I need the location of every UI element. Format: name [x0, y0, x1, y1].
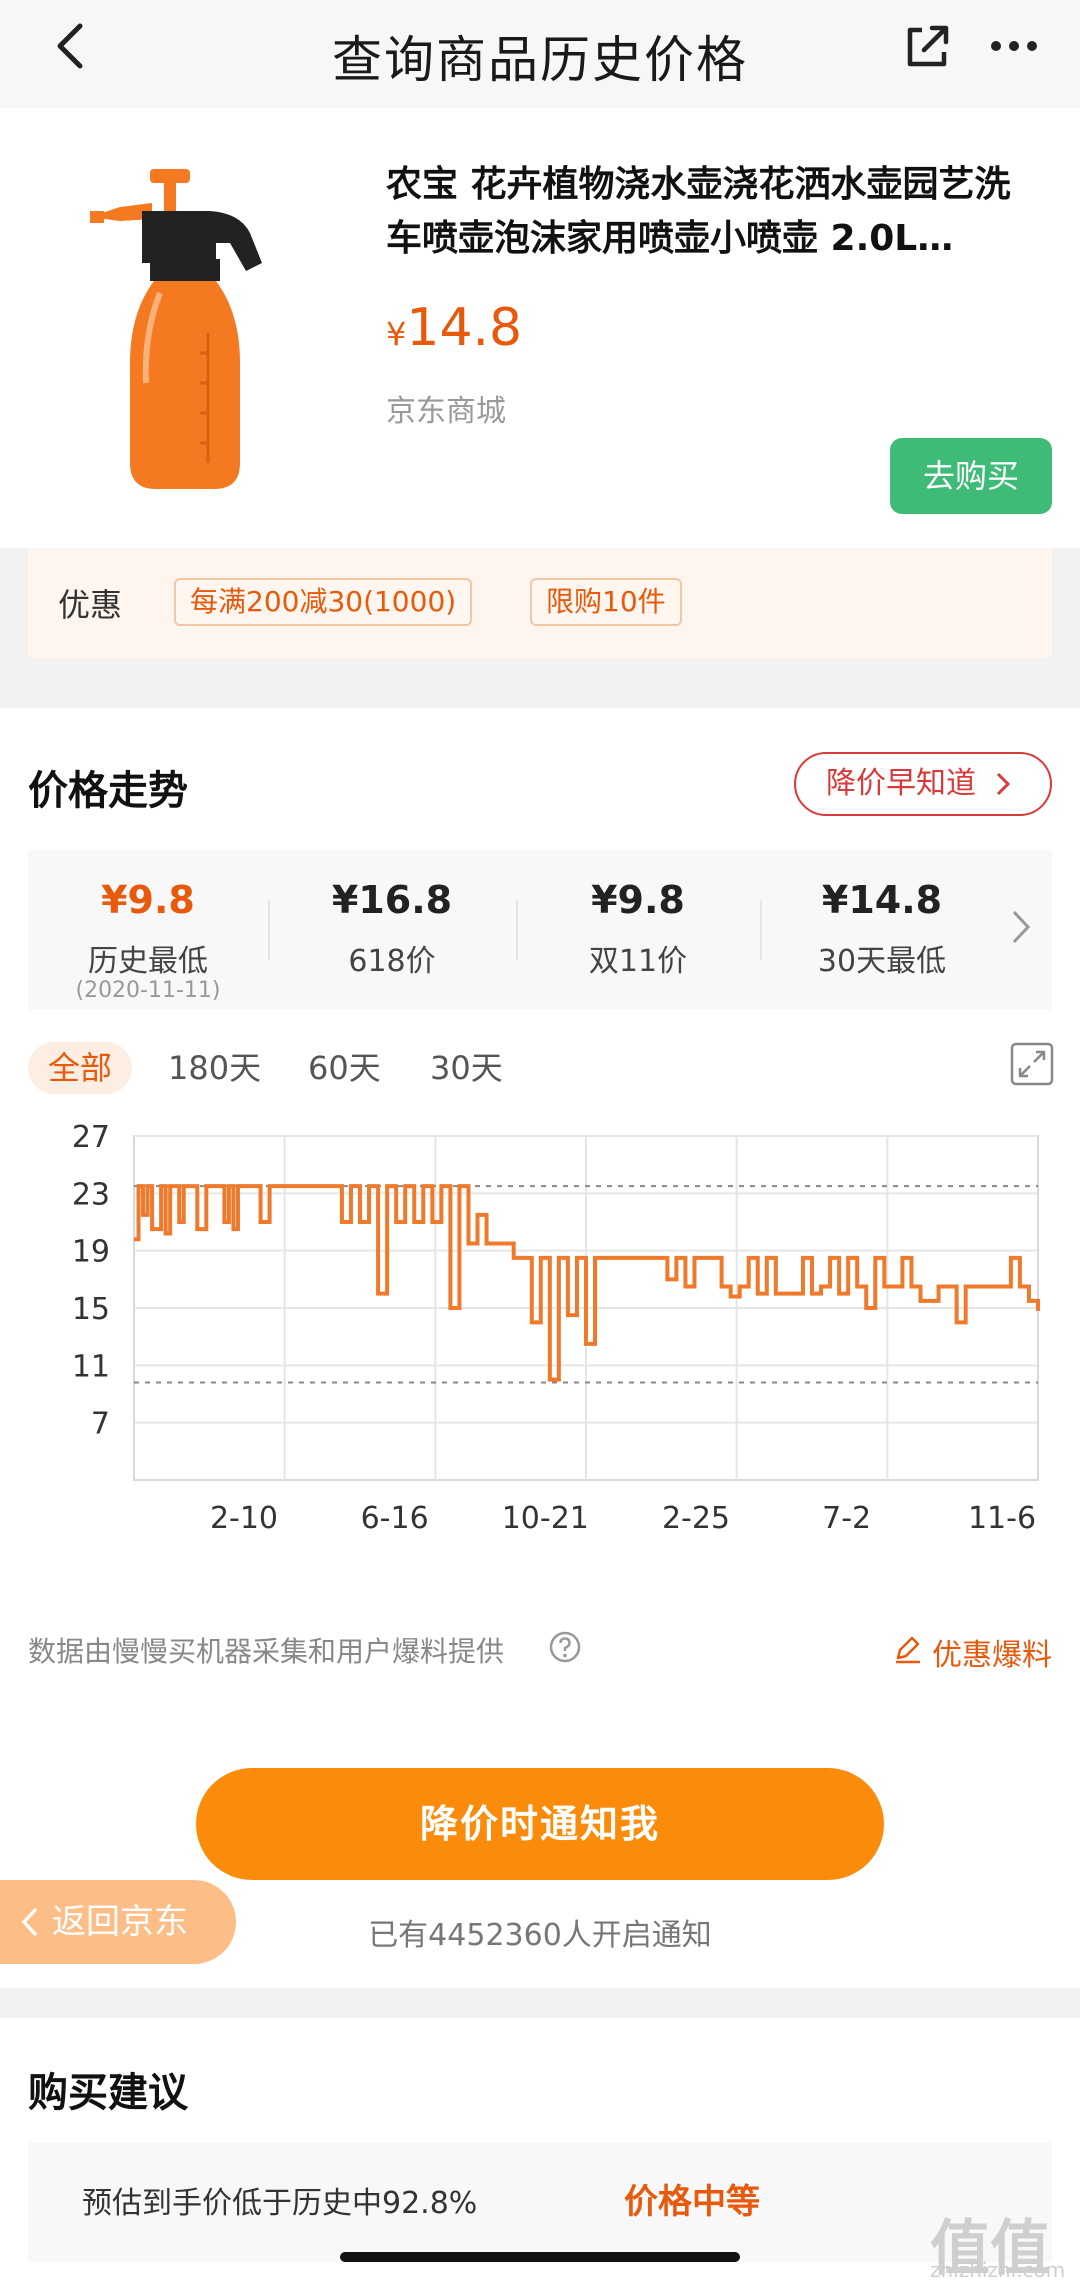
stat-date: (2020-11-11) [75, 978, 221, 1003]
share-icon[interactable] [900, 18, 956, 74]
y-tick-label: 11 [72, 1349, 110, 1384]
expand-icon[interactable] [1010, 1042, 1054, 1086]
price-trend-section: 价格走势 降价早知道 ¥9.8 历史最低 (2020-11-11) ¥16.8 … [0, 708, 1080, 1728]
stat-price: ¥9.8 [591, 878, 685, 922]
price-level: 价格中等 [624, 2182, 760, 2222]
product-image[interactable] [90, 163, 310, 503]
stat-label: 30天最低 [817, 944, 947, 979]
section-title: 购买建议 [28, 2070, 188, 2116]
navigation-bar: 查询商品历史价格 [0, 0, 1080, 108]
notify-me-button[interactable]: 降价时通知我 [196, 1768, 884, 1880]
chevron-right-icon[interactable] [1006, 902, 1036, 952]
promotion-tag[interactable]: 限购10件 [530, 578, 682, 626]
watermark-url: zhizhizhi.com [930, 2258, 1066, 2281]
product-card: 农宝 花卉植物浇水壶浇花洒水壶园艺洗车喷壶泡沫家用喷壶小喷壶 2.0L… ¥14… [0, 108, 1080, 548]
stat-lowest[interactable]: ¥9.8 历史最低 (2020-11-11) [28, 850, 268, 1010]
shop-name: 京东商城 [386, 394, 506, 429]
range-tab-all[interactable]: 全部 [28, 1042, 133, 1094]
product-title[interactable]: 农宝 花卉植物浇水壶浇花洒水壶园艺洗车喷壶泡沫家用喷壶小喷壶 2.0L… [386, 158, 1036, 266]
advice-card: 预估到手价低于历史中92.8% 价格中等 [28, 2142, 1052, 2262]
chevron-left-icon [21, 1907, 38, 1937]
back-to-jd-button[interactable]: 返回京东 [0, 1880, 236, 1964]
price-drop-alert-button[interactable]: 降价早知道 [794, 752, 1052, 816]
stat-price: ¥9.8 [101, 878, 195, 922]
advice-text: 预估到手价低于历史中92.8% [82, 2186, 478, 2221]
price-value: 14.8 [406, 298, 523, 358]
currency-symbol: ¥ [386, 315, 407, 353]
help-icon[interactable] [548, 1630, 582, 1664]
y-tick-label: 23 [72, 1177, 110, 1212]
product-price: ¥14.8 [386, 298, 522, 358]
home-indicator [340, 2252, 740, 2262]
data-source-note: 数据由慢慢买机器采集和用户爆料提供 [28, 1635, 505, 1668]
tipoff-label: 优惠爆料 [932, 1638, 1052, 1673]
back-to-jd-label: 返回京东 [52, 1902, 188, 1942]
x-tick-label: 2-25 [662, 1501, 730, 1536]
range-tab-30[interactable]: 30天 [430, 1042, 503, 1094]
promotion-bar: 优惠 每满200减30(1000) 限购10件 [28, 548, 1052, 658]
price-chart[interactable]: 27 23 19 15 11 7 2-10 6-16 10-21 2-25 7-2 11-6 [0, 1124, 1080, 1624]
more-icon[interactable] [984, 18, 1044, 74]
x-tick-label: 7-2 [822, 1501, 871, 1536]
stat-label: 双11价 [588, 944, 688, 979]
buy-button[interactable]: 去购买 [890, 438, 1052, 514]
stat-price: ¥14.8 [821, 878, 943, 922]
section-title: 价格走势 [28, 768, 188, 814]
stat-label: 618价 [348, 944, 436, 979]
y-tick-label: 7 [91, 1407, 110, 1442]
range-tab-60[interactable]: 60天 [308, 1042, 381, 1094]
x-tick-label: 2-10 [210, 1501, 278, 1536]
y-tick-label: 19 [72, 1235, 110, 1270]
purchase-advice-section: 购买建议 预估到手价低于历史中92.8% 价格中等 [0, 2018, 1080, 2281]
stat-price: ¥16.8 [331, 878, 453, 922]
stat-label: 历史最低 [88, 944, 208, 979]
pencil-icon [896, 1636, 920, 1664]
x-tick-label: 10-21 [502, 1501, 589, 1536]
promotion-tag[interactable]: 每满200减30(1000) [174, 578, 473, 626]
range-tab-180[interactable]: 180天 [168, 1042, 261, 1094]
price-stats: ¥9.8 历史最低 (2020-11-11) ¥16.8 618价 ¥9.8 双… [28, 850, 1052, 1010]
y-tick-label: 27 [72, 1124, 110, 1155]
price-drop-alert-label: 降价早知道 [826, 766, 976, 801]
chevron-right-icon [996, 772, 1010, 796]
x-tick-label: 11-6 [968, 1501, 1036, 1536]
stat-double11[interactable]: ¥9.8 双11价 [518, 850, 758, 1010]
y-tick-label: 15 [72, 1292, 110, 1327]
x-tick-label: 6-16 [361, 1501, 429, 1536]
divider [268, 900, 270, 960]
stat-30day[interactable]: ¥14.8 30天最低 [762, 850, 1002, 1010]
promotion-label: 优惠 [58, 586, 123, 624]
stat-618[interactable]: ¥16.8 618价 [272, 850, 512, 1010]
